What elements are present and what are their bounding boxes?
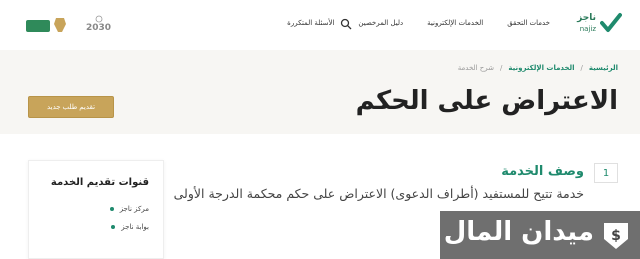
nav-item-faq[interactable]: الأسئلة المتكررة xyxy=(287,19,334,27)
section-title: وصف الخدمة xyxy=(501,164,584,179)
new-request-button[interactable]: تقديم طلب جديد xyxy=(28,96,114,118)
vision-2030-label: 2030 xyxy=(86,23,112,33)
top-header: ناجز najiz خدمات التحقق الخدمات الإلكترو… xyxy=(0,0,640,50)
page-title: الاعتراض على الحكم xyxy=(355,86,618,116)
breadcrumb-e-services[interactable]: الخدمات الإلكترونية xyxy=(508,64,574,72)
dollar-shield-icon: $ xyxy=(604,223,628,249)
ministry-emblem-icon xyxy=(26,18,66,32)
nav-item-e-services[interactable]: الخدمات الإلكترونية xyxy=(427,19,483,27)
breadcrumb-current: شرح الخدمة xyxy=(457,64,495,72)
ministry-of-justice-logo xyxy=(26,14,70,36)
logo-text: ناجز xyxy=(577,13,596,23)
vision-2030-logo: 2030 xyxy=(84,14,114,36)
channel-label: مركز ناجز xyxy=(119,205,149,213)
search-icon[interactable] xyxy=(340,18,352,30)
channel-label: بوابة ناجز xyxy=(121,223,149,231)
watermark-text: ميدان المال xyxy=(443,217,594,247)
section-description: خدمة تتيح للمستفيد (أطراف الدعوى) الاعتر… xyxy=(173,186,584,201)
side-panel-title: قنوات تقديم الخدمة xyxy=(50,177,149,188)
nav-item-licensees-guide[interactable]: دليل المرخصين xyxy=(358,19,403,27)
breadcrumb-separator: / xyxy=(580,64,583,72)
svg-text:$: $ xyxy=(611,228,621,244)
channel-item-najiz-portal[interactable]: بوابة ناجز xyxy=(111,223,149,231)
bullet-icon xyxy=(109,207,114,211)
nav-item-verification[interactable]: خدمات التحقق xyxy=(507,19,550,27)
service-channels-panel: قنوات تقديم الخدمة مركز ناجز بوابة ناجز xyxy=(28,160,164,259)
najiz-check-icon xyxy=(600,13,622,32)
breadcrumb-separator: / xyxy=(500,64,503,72)
breadcrumb-home[interactable]: الرئيسية xyxy=(589,64,618,72)
step-number-badge: 1 xyxy=(594,163,618,183)
main-nav: خدمات التحقق الخدمات الإلكترونية دليل ال… xyxy=(263,19,550,27)
logo-subtext: najiz xyxy=(579,25,596,33)
bullet-icon xyxy=(111,225,116,229)
watermark-overlay: ميدان المال $ xyxy=(440,211,640,259)
hero-band: الرئيسية / الخدمات الإلكترونية / شرح الخ… xyxy=(0,50,640,134)
najiz-logo[interactable]: ناجز najiz xyxy=(576,12,622,38)
breadcrumb: الرئيسية / الخدمات الإلكترونية / شرح الخ… xyxy=(458,64,618,72)
channel-item-najiz-center[interactable]: مركز ناجز xyxy=(109,205,149,213)
